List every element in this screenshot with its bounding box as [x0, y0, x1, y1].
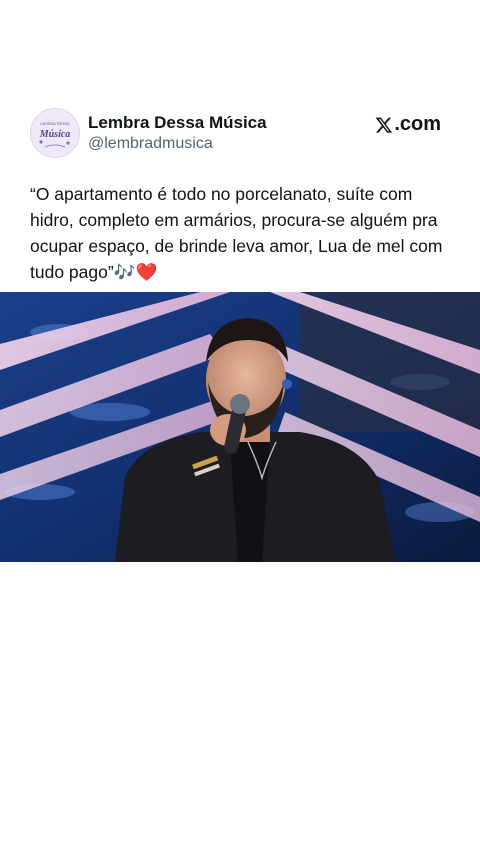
- tweet-card: Lembra Dessa Música Lembra Dessa Música …: [0, 0, 480, 854]
- tweet-body: “O apartamento é todo no porcelanato, su…: [30, 184, 443, 282]
- tweet-text: “O apartamento é todo no porcelanato, su…: [30, 181, 450, 286]
- avatar[interactable]: Lembra Dessa Música: [30, 108, 80, 158]
- display-name[interactable]: Lembra Dessa Música: [88, 112, 267, 134]
- svg-text:Música: Música: [39, 129, 71, 140]
- account-handle[interactable]: @lembradmusica: [88, 134, 267, 154]
- x-com-label: .com: [394, 113, 441, 135]
- music-notes-icon: 🎶: [113, 263, 136, 283]
- account-names: Lembra Dessa Música @lembradmusica: [88, 112, 267, 154]
- red-heart-icon: ❤️: [135, 263, 158, 283]
- avatar-logo-icon: Lembra Dessa Música: [31, 109, 79, 157]
- svg-text:Lembra Dessa: Lembra Dessa: [40, 121, 70, 126]
- tweet-media-image[interactable]: [0, 292, 480, 562]
- x-com-link[interactable]: .com: [375, 113, 441, 136]
- x-logo-icon: [375, 116, 393, 134]
- tweet-header: Lembra Dessa Música Lembra Dessa Música …: [30, 108, 450, 160]
- singer-photo: [0, 292, 480, 562]
